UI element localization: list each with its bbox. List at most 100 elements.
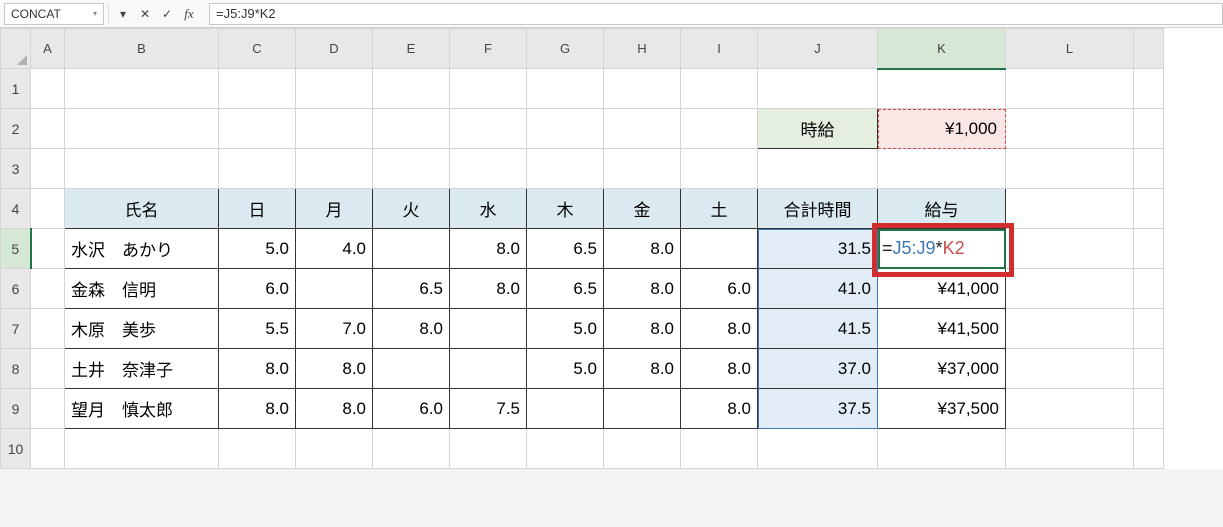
row-header-6[interactable]: 6 bbox=[1, 269, 31, 309]
row-header-2[interactable]: 2 bbox=[1, 109, 31, 149]
header-day[interactable]: 日 bbox=[219, 189, 296, 229]
hours-cell[interactable] bbox=[373, 229, 450, 269]
cell[interactable] bbox=[878, 149, 1006, 189]
col-header-M[interactable] bbox=[1134, 29, 1164, 69]
total-hours-cell[interactable]: 37.5 bbox=[758, 389, 878, 429]
hours-cell[interactable]: 8.0 bbox=[296, 389, 373, 429]
cell[interactable] bbox=[31, 429, 65, 469]
hours-cell[interactable]: 8.0 bbox=[681, 389, 758, 429]
hours-cell[interactable]: 8.0 bbox=[219, 389, 296, 429]
hours-cell[interactable] bbox=[681, 229, 758, 269]
cell[interactable] bbox=[1006, 69, 1134, 109]
hours-cell[interactable]: 8.0 bbox=[604, 269, 681, 309]
cell[interactable] bbox=[450, 149, 527, 189]
row-header-3[interactable]: 3 bbox=[1, 149, 31, 189]
cell[interactable] bbox=[878, 429, 1006, 469]
cell[interactable] bbox=[681, 429, 758, 469]
cell[interactable] bbox=[1134, 109, 1164, 149]
cell[interactable] bbox=[604, 109, 681, 149]
cell[interactable] bbox=[31, 109, 65, 149]
header-salary[interactable]: 給与 bbox=[878, 189, 1006, 229]
cell[interactable] bbox=[31, 229, 65, 269]
hours-cell[interactable]: 8.0 bbox=[373, 309, 450, 349]
col-header-G[interactable]: G bbox=[527, 29, 604, 69]
cell[interactable] bbox=[1134, 349, 1164, 389]
name-cell[interactable]: 木原 美歩 bbox=[65, 309, 219, 349]
col-header-K[interactable]: K bbox=[878, 29, 1006, 69]
hours-cell[interactable]: 8.0 bbox=[450, 269, 527, 309]
name-cell[interactable]: 水沢 あかり bbox=[65, 229, 219, 269]
cell[interactable] bbox=[758, 69, 878, 109]
name-cell[interactable]: 望月 慎太郎 bbox=[65, 389, 219, 429]
hours-cell[interactable]: 6.0 bbox=[373, 389, 450, 429]
cell[interactable] bbox=[296, 109, 373, 149]
salary-cell[interactable]: ¥41,000 bbox=[878, 269, 1006, 309]
cell[interactable] bbox=[1134, 269, 1164, 309]
salary-cell[interactable]: ¥41,500 bbox=[878, 309, 1006, 349]
cell[interactable] bbox=[527, 109, 604, 149]
cell[interactable] bbox=[758, 149, 878, 189]
row-header-4[interactable]: 4 bbox=[1, 189, 31, 229]
hours-cell[interactable]: 8.0 bbox=[681, 309, 758, 349]
row-header-5[interactable]: 5 bbox=[1, 229, 31, 269]
cell[interactable] bbox=[1134, 229, 1164, 269]
cell[interactable] bbox=[1006, 429, 1134, 469]
cell[interactable] bbox=[373, 69, 450, 109]
cell[interactable] bbox=[681, 149, 758, 189]
hours-cell[interactable]: 8.0 bbox=[219, 349, 296, 389]
col-header-H[interactable]: H bbox=[604, 29, 681, 69]
cell[interactable] bbox=[1134, 309, 1164, 349]
col-header-D[interactable]: D bbox=[296, 29, 373, 69]
cell[interactable] bbox=[1134, 429, 1164, 469]
hours-cell[interactable] bbox=[527, 389, 604, 429]
hours-cell[interactable] bbox=[296, 269, 373, 309]
cell[interactable] bbox=[1006, 309, 1134, 349]
cell[interactable] bbox=[373, 429, 450, 469]
cell[interactable] bbox=[527, 429, 604, 469]
hours-cell[interactable] bbox=[373, 349, 450, 389]
row-header-10[interactable]: 10 bbox=[1, 429, 31, 469]
cell[interactable] bbox=[31, 349, 65, 389]
active-formula-cell[interactable]: =J5:J9*K2 bbox=[878, 229, 1006, 269]
col-header-A[interactable]: A bbox=[31, 29, 65, 69]
cell[interactable] bbox=[296, 69, 373, 109]
cell[interactable] bbox=[450, 69, 527, 109]
col-header-L[interactable]: L bbox=[1006, 29, 1134, 69]
name-box-expand-icon[interactable]: ▾ bbox=[113, 4, 133, 24]
cell[interactable] bbox=[758, 429, 878, 469]
total-hours-cell[interactable]: 41.0 bbox=[758, 269, 878, 309]
cell[interactable] bbox=[31, 149, 65, 189]
col-header-J[interactable]: J bbox=[758, 29, 878, 69]
cell[interactable] bbox=[1134, 149, 1164, 189]
name-box[interactable]: CONCAT ▾ bbox=[4, 3, 104, 25]
cell[interactable] bbox=[1006, 189, 1134, 229]
col-header-I[interactable]: I bbox=[681, 29, 758, 69]
salary-cell[interactable]: ¥37,500 bbox=[878, 389, 1006, 429]
wage-value-cell[interactable]: ¥1,000 bbox=[878, 109, 1006, 149]
enter-button[interactable]: ✓ bbox=[157, 4, 177, 24]
header-total-hours[interactable]: 合計時間 bbox=[758, 189, 878, 229]
cell[interactable] bbox=[681, 69, 758, 109]
select-all-corner[interactable] bbox=[1, 29, 31, 69]
header-name[interactable]: 氏名 bbox=[65, 189, 219, 229]
hours-cell[interactable]: 5.5 bbox=[219, 309, 296, 349]
row-header-7[interactable]: 7 bbox=[1, 309, 31, 349]
cell[interactable] bbox=[1006, 149, 1134, 189]
cell[interactable] bbox=[604, 149, 681, 189]
cell[interactable] bbox=[219, 109, 296, 149]
hours-cell[interactable]: 5.0 bbox=[219, 229, 296, 269]
name-cell[interactable]: 金森 信明 bbox=[65, 269, 219, 309]
col-header-E[interactable]: E bbox=[373, 29, 450, 69]
header-day[interactable]: 月 bbox=[296, 189, 373, 229]
cell[interactable] bbox=[219, 149, 296, 189]
row-header-9[interactable]: 9 bbox=[1, 389, 31, 429]
spreadsheet-grid[interactable]: A B C D E F G H I J K L 12時給¥1,00034氏名日月… bbox=[0, 28, 1164, 469]
cell[interactable] bbox=[31, 389, 65, 429]
cell[interactable] bbox=[1006, 229, 1134, 269]
cell[interactable] bbox=[1006, 389, 1134, 429]
header-day[interactable]: 木 bbox=[527, 189, 604, 229]
hours-cell[interactable]: 8.0 bbox=[604, 309, 681, 349]
hours-cell[interactable]: 7.0 bbox=[296, 309, 373, 349]
cell[interactable] bbox=[604, 69, 681, 109]
total-hours-cell[interactable]: 31.5 bbox=[758, 229, 878, 269]
